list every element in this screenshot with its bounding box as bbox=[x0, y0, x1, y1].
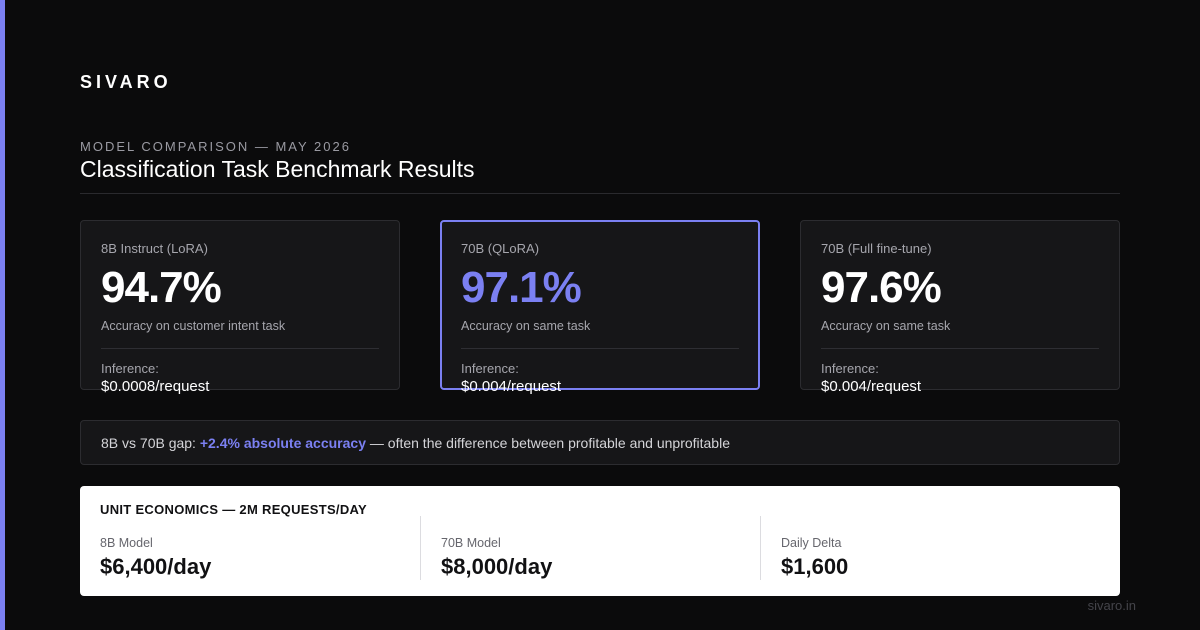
card-inference-value: $0.004/request bbox=[461, 378, 562, 395]
card-accuracy-value: 97.1% bbox=[461, 263, 582, 312]
card-divider bbox=[461, 348, 739, 349]
economics-value: $8,000/day bbox=[441, 554, 553, 579]
card-label: 70B (QLoRA) bbox=[461, 241, 540, 256]
footer-url: sivaro.in bbox=[1087, 598, 1136, 613]
card-label: 8B Instruct (LoRA) bbox=[101, 241, 208, 256]
gap-prefix: 8B vs 70B gap: bbox=[101, 434, 196, 451]
card-accuracy-value: 94.7% bbox=[101, 263, 222, 312]
card-inference-value: $0.004/request bbox=[821, 378, 922, 395]
economics-item-70b: 70B Model $8,000/day bbox=[420, 516, 760, 580]
page-title: Classification Task Benchmark Results bbox=[80, 156, 475, 182]
model-card-70b-full: 70B (Full fine-tune) 97.6% Accuracy on s… bbox=[800, 220, 1120, 395]
card-inference-label: Inference: bbox=[461, 361, 519, 376]
gap-suffix: — often the difference between profitabl… bbox=[369, 434, 730, 451]
economics-label: 70B Model bbox=[441, 536, 501, 550]
card-divider bbox=[101, 348, 379, 349]
economics-item-8b: 8B Model $6,400/day bbox=[80, 516, 420, 580]
economics-item-delta: Daily Delta $1,600 bbox=[760, 516, 1100, 580]
accent-bar bbox=[0, 0, 5, 630]
card-inference-label: Inference: bbox=[101, 361, 159, 376]
section-eyebrow: MODEL COMPARISON — MAY 2026 bbox=[80, 139, 351, 154]
unit-economics-panel: UNIT ECONOMICS — 2M REQUESTS/DAY 8B Mode… bbox=[80, 486, 1120, 596]
card-inference-label: Inference: bbox=[821, 361, 879, 376]
card-description: Accuracy on same task bbox=[461, 319, 591, 333]
economics-label: Daily Delta bbox=[781, 536, 842, 550]
card-divider bbox=[821, 348, 1099, 349]
economics-value: $1,600 bbox=[781, 554, 849, 579]
card-description: Accuracy on same task bbox=[821, 319, 951, 333]
accuracy-gap-callout: 8B vs 70B gap: +2.4% absolute accuracy —… bbox=[80, 420, 1120, 465]
model-card-70b-qlora: 70B (QLoRA) 97.1% Accuracy on same task … bbox=[440, 220, 760, 395]
card-description: Accuracy on customer intent task bbox=[101, 319, 286, 333]
economics-label: 8B Model bbox=[100, 536, 153, 550]
gap-highlight: +2.4% absolute accuracy bbox=[199, 434, 366, 451]
model-card-8b-lora: 8B Instruct (LoRA) 94.7% Accuracy on cus… bbox=[80, 220, 400, 395]
card-inference-value: $0.0008/request bbox=[101, 378, 210, 395]
card-accuracy-value: 97.6% bbox=[821, 263, 942, 312]
card-label: 70B (Full fine-tune) bbox=[821, 241, 932, 256]
header-divider bbox=[80, 193, 1120, 194]
economics-title: UNIT ECONOMICS — 2M REQUESTS/DAY bbox=[100, 502, 367, 517]
page: SIVARO MODEL COMPARISON — MAY 2026 Class… bbox=[0, 0, 1200, 630]
economics-value: $6,400/day bbox=[100, 554, 212, 579]
brand-logo: SIVARO bbox=[80, 72, 172, 92]
